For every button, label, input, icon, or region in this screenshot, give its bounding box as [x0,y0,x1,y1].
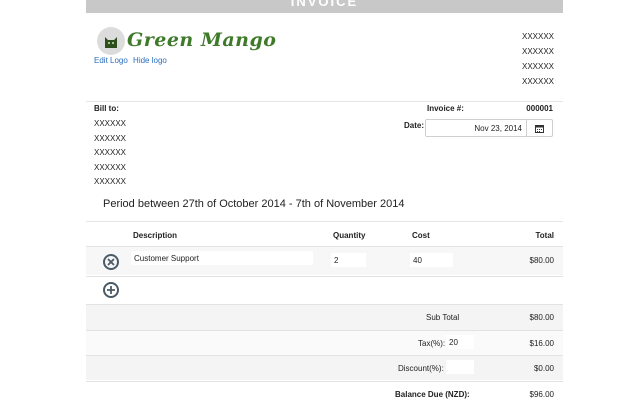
tax-label: Tax(%): [418,339,446,348]
date-value[interactable]: Nov 23, 2014 [474,124,522,133]
bill-to-line[interactable]: XXXXXX [94,132,126,147]
divider [86,221,563,222]
tax-row [86,331,563,355]
invoice-title-bar: INVOICE [86,0,563,13]
table-row-divider [86,276,563,277]
discount-row [86,356,563,380]
company-line[interactable]: XXXXXX [522,44,554,59]
discount-rate-input[interactable] [446,360,474,374]
header-quantity: Quantity [333,231,366,240]
bill-to-line[interactable]: XXXXXX [94,175,126,190]
bill-to-line[interactable]: XXXXXX [94,161,126,176]
hide-logo-link[interactable]: Hide logo [133,56,167,65]
bill-to-line[interactable]: XXXXXX [94,146,126,161]
cost-input[interactable]: 40 [410,253,453,267]
bill-to-address[interactable]: XXXXXX XXXXXX XXXXXX XXXXXX XXXXXX [94,117,126,190]
date-input[interactable]: Nov 23, 2014 [425,119,553,137]
logo-links: Edit Logo Hide logo [94,56,170,65]
header-description: Description [133,231,178,240]
header-total: Total [535,231,554,240]
invoice-number-label: Invoice #: [427,104,464,113]
logo-text: Green Mango [127,29,277,51]
logo-image [97,27,125,55]
company-line[interactable]: XXXXXX [522,29,554,44]
edit-logo-link[interactable]: Edit Logo [94,56,128,65]
add-row-button[interactable] [103,282,119,298]
subtotal-row [86,305,563,330]
plus-icon [107,286,115,294]
row-total: $80.00 [529,256,554,265]
discount-value: $0.00 [533,364,554,373]
company-address[interactable]: XXXXXX XXXXXX XXXXXX XXXXXX [522,29,554,89]
tax-rate-input[interactable]: 20 [446,335,474,349]
company-line[interactable]: XXXXXX [522,74,554,89]
bill-to-line[interactable]: XXXXXX [94,117,126,132]
company-line[interactable]: XXXXXX [522,59,554,74]
divider [86,101,563,102]
close-icon [107,258,115,266]
description-input[interactable]: Customer Support [131,251,313,265]
subtotal-value: $80.00 [529,313,554,322]
cat-logo-icon [105,37,117,48]
balance-due-label: Balance Due (NZD): [395,390,470,399]
header-cost: Cost [412,231,430,240]
period-text[interactable]: Period between 27th of October 2014 - 7t… [103,198,404,210]
discount-label: Discount(%): [398,364,444,373]
calendar-icon [535,124,544,133]
tax-value: $16.00 [529,339,554,348]
remove-row-button[interactable] [103,254,119,270]
quantity-input[interactable]: 2 [331,253,366,267]
invoice-number[interactable]: 000001 [526,104,553,113]
balance-due-value: $96.00 [529,390,554,399]
invoice-title: INVOICE [290,0,359,9]
subtotal-label: Sub Total [426,313,460,322]
calendar-button[interactable] [526,120,552,136]
totals-divider [86,381,563,382]
date-label: Date: [404,121,425,130]
bill-to-label: Bill to: [94,104,119,113]
